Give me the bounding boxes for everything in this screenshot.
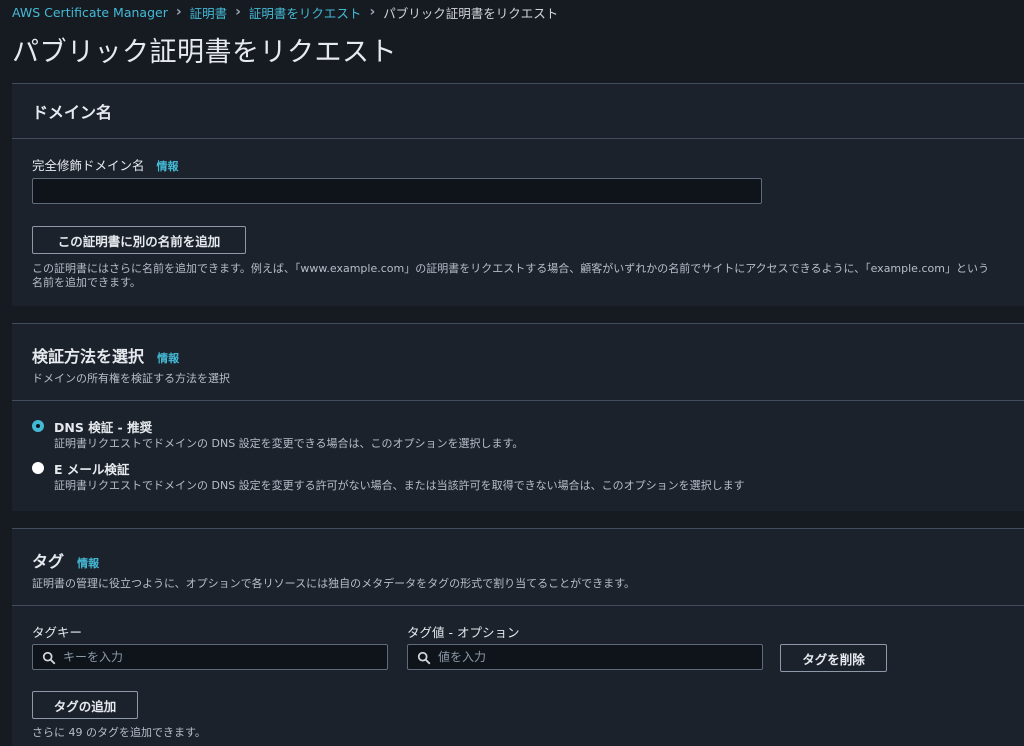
- email-validation-desc: 証明書リクエストでドメインの DNS 設定を変更する許可がない場合、または当該許…: [54, 479, 745, 492]
- breadcrumb-item-certificates[interactable]: 証明書: [190, 3, 228, 22]
- remove-tag-button[interactable]: タグを削除: [780, 644, 887, 672]
- search-icon: [42, 651, 56, 665]
- breadcrumb-current: パブリック証明書をリクエスト: [383, 5, 559, 21]
- tags-subtitle: 証明書の管理に役立つように、オプションで各リソースには独自のメタデータをタグの形…: [32, 577, 636, 590]
- validation-info-link[interactable]: 情報: [157, 352, 179, 365]
- domain-panel-header: ドメイン名: [12, 84, 1024, 139]
- fqdn-label: 完全修飾ドメイン名 情報: [32, 155, 179, 174]
- tags-panel-header: タグ 情報 証明書の管理に役立つように、オプションで各リソースには独自のメタデー…: [12, 529, 1024, 606]
- add-tag-button[interactable]: タグの追加: [32, 691, 138, 719]
- validation-subtitle: ドメインの所有権を検証する方法を選択: [32, 372, 230, 385]
- tag-key-label: タグキー: [32, 625, 83, 640]
- add-name-help-line-1: この証明書にはさらに名前を追加できます。例えば、「www.example.com…: [32, 262, 989, 275]
- dns-validation-label[interactable]: DNS 検証 - 推奨: [54, 417, 152, 436]
- tags-info-link[interactable]: 情報: [77, 557, 99, 570]
- email-validation-radio[interactable]: [32, 462, 44, 474]
- email-validation-label[interactable]: E メール検証: [54, 459, 129, 478]
- remaining-tags-note: さらに 49 のタグを追加できます。: [32, 726, 206, 739]
- chevron-right-icon: ›: [369, 4, 376, 20]
- fqdn-info-link[interactable]: 情報: [157, 160, 179, 173]
- search-icon: [417, 651, 431, 665]
- fqdn-input[interactable]: [32, 178, 762, 204]
- tag-key-input[interactable]: [32, 644, 388, 670]
- tag-value-input[interactable]: [407, 644, 763, 670]
- validation-method-panel: 検証方法を選択 情報 ドメインの所有権を検証する方法を選択 DNS 検証 - 推…: [12, 323, 1024, 511]
- page: AWS Certificate Manager › 証明書 › 証明書をリクエス…: [0, 0, 1024, 746]
- chevron-right-icon: ›: [175, 4, 182, 20]
- breadcrumb-item-acm[interactable]: AWS Certificate Manager: [12, 5, 168, 20]
- validation-title-row: 検証方法を選択 情報: [32, 343, 179, 367]
- dns-validation-desc: 証明書リクエストでドメインの DNS 設定を変更できる場合は、このオプションを選…: [54, 437, 524, 450]
- tags-panel-title: タグ: [32, 552, 65, 571]
- tags-title-row: タグ 情報: [32, 548, 99, 572]
- breadcrumb-item-request[interactable]: 証明書をリクエスト: [249, 3, 362, 22]
- validation-panel-title: 検証方法を選択: [32, 347, 145, 366]
- add-another-name-button[interactable]: この証明書に別の名前を追加: [32, 226, 246, 254]
- tag-value-label: タグ値 - オプション: [407, 625, 520, 640]
- fqdn-label-text: 完全修飾ドメイン名: [32, 158, 145, 173]
- validation-panel-header: 検証方法を選択 情報 ドメインの所有権を検証する方法を選択: [12, 324, 1024, 401]
- page-title: パブリック証明書をリクエスト: [12, 37, 397, 68]
- tags-panel: タグ 情報 証明書の管理に役立つように、オプションで各リソースには独自のメタデー…: [12, 528, 1024, 746]
- breadcrumb: AWS Certificate Manager › 証明書 › 証明書をリクエス…: [12, 3, 558, 21]
- domain-name-panel: ドメイン名 完全修飾ドメイン名 情報 この証明書に別の名前を追加 この証明書には…: [12, 83, 1024, 306]
- chevron-right-icon: ›: [235, 4, 241, 20]
- dns-validation-radio[interactable]: [32, 420, 44, 432]
- domain-panel-title: ドメイン名: [32, 103, 113, 122]
- add-name-help-line-2: 名前を追加できます。: [32, 276, 141, 289]
